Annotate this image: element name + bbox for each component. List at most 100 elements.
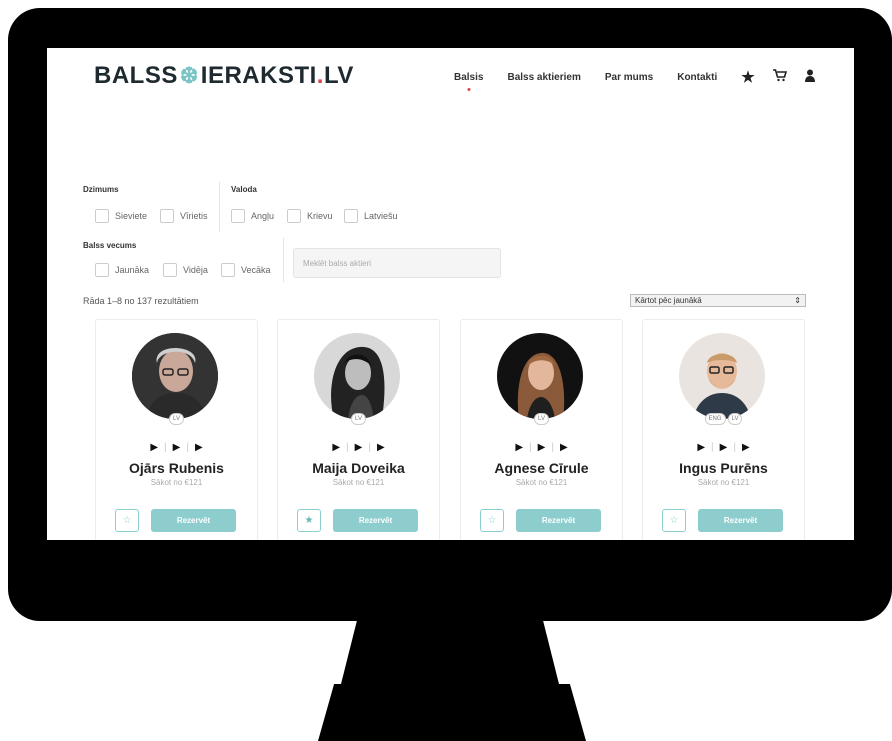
sort-select[interactable]: Kārtot pēc jaunākā ⇕ <box>630 294 806 307</box>
actor-card[interactable]: LV ▶ | ▶ | ▶ Maija Doveika Sākot no €121 ★ R… <box>277 319 440 540</box>
cart-icon[interactable] <box>772 68 787 86</box>
actor-card[interactable]: LV ▶ | ▶ | ▶ Ojārs Rubenis Sākot no €121 ☆ R… <box>95 319 258 540</box>
checkbox-label: Jaunāka <box>115 265 150 275</box>
reserve-button[interactable]: Rezervēt <box>516 509 601 532</box>
avatar[interactable] <box>314 333 400 419</box>
language-badges: LV <box>96 413 257 425</box>
nav-kontakti[interactable]: Kontakti <box>677 72 717 83</box>
sample-players: ▶ | ▶ | ▶ <box>643 442 804 453</box>
language-badges: LV <box>461 413 622 425</box>
play-icon[interactable]: ▶ <box>150 442 158 453</box>
play-icon[interactable]: ▶ <box>560 442 568 453</box>
checkbox-label: Vīrietis <box>180 211 208 221</box>
play-icon[interactable]: ▶ <box>173 442 181 453</box>
reserve-button[interactable]: Rezervēt <box>333 509 418 532</box>
checkbox-virietis[interactable]: Vīrietis <box>160 209 208 223</box>
site-logo[interactable]: BALSS ❆ IERAKSTI. LV <box>94 62 354 90</box>
actor-name[interactable]: Agnese Cīrule <box>461 460 622 476</box>
avatar[interactable] <box>497 333 583 419</box>
favorite-button[interactable]: ☆ <box>480 509 504 532</box>
user-icon[interactable] <box>804 69 815 86</box>
actor-card[interactable]: LV ▶ | ▶ | ▶ Agnese Cīrule Sākot no €121 ☆ R… <box>460 319 623 540</box>
checkbox-box[interactable] <box>344 209 358 223</box>
favorite-button[interactable]: ★ <box>297 509 321 532</box>
favorite-button[interactable]: ☆ <box>662 509 686 532</box>
reserve-button[interactable]: Rezervēt <box>151 509 236 532</box>
actor-card[interactable]: ENG LV ▶ | ▶ | ▶ Ingus Purēns Sākot no €121 ☆… <box>642 319 805 540</box>
results-count: Rāda 1–8 no 137 rezultātiem <box>83 296 199 306</box>
checkbox-krievu[interactable]: Krievu <box>287 209 333 223</box>
monitor-stand-neck <box>340 618 560 688</box>
select-arrows-icon: ⇕ <box>794 296 801 305</box>
divider: | <box>529 442 532 453</box>
actor-price: Sākot no €121 <box>697 478 750 487</box>
actor-name[interactable]: Ojārs Rubenis <box>96 460 257 476</box>
checkbox-box[interactable] <box>221 263 235 277</box>
play-icon[interactable]: ▶ <box>742 442 750 453</box>
divider: | <box>164 442 167 453</box>
nav-balsis[interactable]: Balsis <box>454 72 483 83</box>
filter-age-label: Balss vecums <box>83 241 137 250</box>
checkbox-videja[interactable]: Vidēja <box>163 263 208 277</box>
checkbox-box[interactable] <box>163 263 177 277</box>
divider: | <box>186 442 189 453</box>
nav-balss-aktieriem[interactable]: Balss aktieriem <box>507 72 580 83</box>
main-nav: Balsis Balss aktieriem Par mums Kontakti… <box>454 68 833 86</box>
reserve-button[interactable]: Rezervēt <box>698 509 783 532</box>
checkbox-sieviete[interactable]: Sieviete <box>95 209 147 223</box>
star-filled-icon: ★ <box>304 515 314 526</box>
logo-dot: . <box>316 62 324 89</box>
language-badges: ENG LV <box>643 413 804 425</box>
nav-par-mums[interactable]: Par mums <box>605 72 653 83</box>
play-icon[interactable]: ▶ <box>195 442 203 453</box>
star-icon[interactable]: ★ <box>741 68 754 86</box>
checkbox-vecaka[interactable]: Vecāka <box>221 263 271 277</box>
sample-players: ▶ | ▶ | ▶ <box>96 442 257 453</box>
checkbox-label: Krievu <box>307 211 333 221</box>
actor-price: Sākot no €121 <box>515 478 568 487</box>
avatar[interactable] <box>132 333 218 419</box>
checkbox-box[interactable] <box>95 263 109 277</box>
play-icon[interactable]: ▶ <box>515 442 523 453</box>
language-badge: LV <box>534 413 549 425</box>
favorite-button[interactable]: ☆ <box>115 509 139 532</box>
play-icon[interactable]: ▶ <box>332 442 340 453</box>
filter-language-label: Valoda <box>231 185 257 194</box>
actor-name[interactable]: Ingus Purēns <box>643 460 804 476</box>
divider: | <box>368 442 371 453</box>
actor-name[interactable]: Maija Doveika <box>278 460 439 476</box>
avatar[interactable] <box>679 333 765 419</box>
screen: BALSS ❆ IERAKSTI. LV Balsis Balss aktieri… <box>47 48 854 540</box>
divider: | <box>733 442 736 453</box>
checkbox-latviesu[interactable]: Latviešu <box>344 209 398 223</box>
filter-divider <box>283 238 284 282</box>
checkbox-box[interactable] <box>287 209 301 223</box>
play-icon[interactable]: ▶ <box>697 442 705 453</box>
checkbox-label: Sieviete <box>115 211 148 221</box>
sample-players: ▶ | ▶ | ▶ <box>278 442 439 453</box>
checkbox-box[interactable] <box>160 209 174 223</box>
play-icon[interactable]: ▶ <box>538 442 546 453</box>
checkbox-box[interactable] <box>95 209 109 223</box>
play-icon[interactable]: ▶ <box>355 442 363 453</box>
play-icon[interactable]: ▶ <box>720 442 728 453</box>
search-input[interactable]: Meklēt balss aktieri <box>293 248 501 278</box>
checkbox-box[interactable] <box>231 209 245 223</box>
play-icon[interactable]: ▶ <box>377 442 385 453</box>
monitor-stand-base <box>318 684 586 741</box>
tree-icon: ❆ <box>179 63 199 88</box>
language-badge: LV <box>727 413 743 425</box>
checkbox-label: Angļu <box>251 211 275 221</box>
checkbox-label: Vidēja <box>183 265 208 275</box>
filter-divider <box>219 182 220 232</box>
checkbox-anglu[interactable]: Angļu <box>231 209 274 223</box>
checkbox-jaunaka[interactable]: Jaunāka <box>95 263 149 277</box>
language-badge: LV <box>169 413 184 425</box>
sample-players: ▶ | ▶ | ▶ <box>461 442 622 453</box>
star-outline-icon: ☆ <box>487 515 497 526</box>
divider: | <box>551 442 554 453</box>
divider: | <box>346 442 349 453</box>
divider: | <box>711 442 714 453</box>
actor-price: Sākot no €121 <box>150 478 203 487</box>
actor-price: Sākot no €121 <box>332 478 385 487</box>
